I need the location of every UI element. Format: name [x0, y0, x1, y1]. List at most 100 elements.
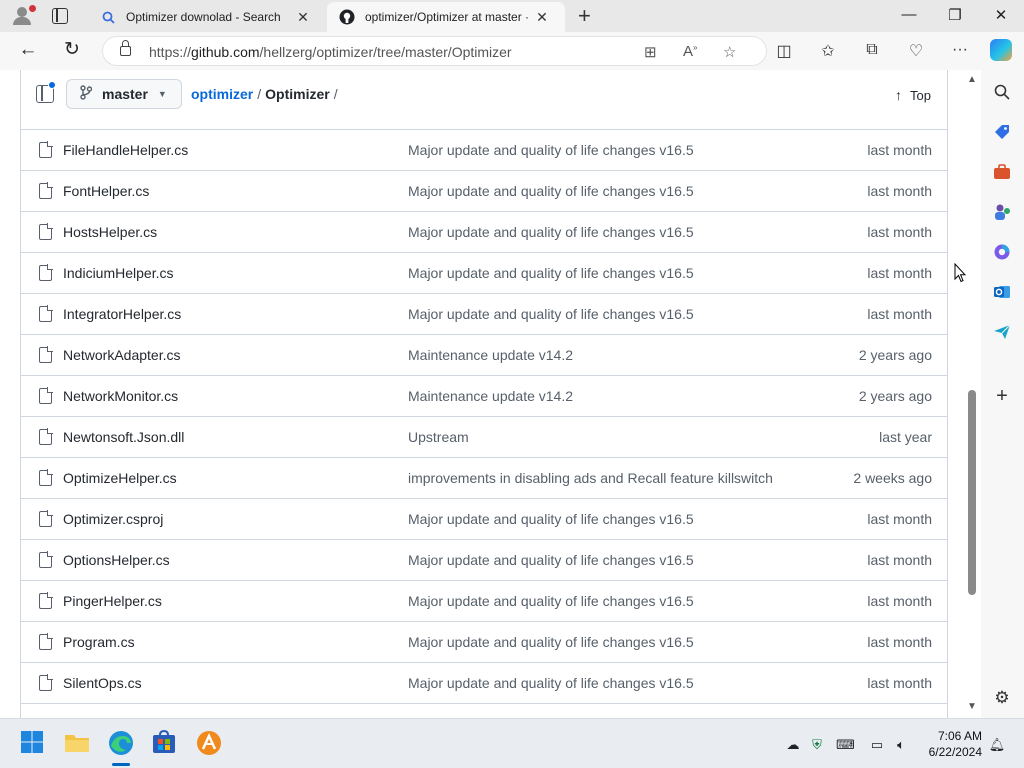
scrollbar-thumb[interactable]	[968, 390, 976, 595]
commit-message-link[interactable]: Major update and quality of life changes…	[408, 675, 694, 691]
table-row[interactable]: NetworkAdapter.cs Maintenance update v14.…	[21, 335, 947, 376]
file-name-link[interactable]: Optimizer.csproj	[63, 511, 163, 527]
file-name-link[interactable]: HostsHelper.cs	[63, 224, 157, 240]
commit-message-link[interactable]: Major update and quality of life changes…	[408, 224, 694, 240]
tab-actions-icon[interactable]	[52, 8, 68, 24]
file-name-link[interactable]: IntegratorHelper.cs	[63, 306, 181, 322]
file-icon	[39, 469, 53, 486]
file-name-link[interactable]: Newtonsoft.Json.dll	[63, 429, 184, 445]
collections-icon[interactable]: ⧉	[861, 41, 883, 59]
table-row[interactable]: HostsHelper.cs Major update and quality o…	[21, 212, 947, 253]
file-name-link[interactable]: Program.cs	[63, 634, 135, 650]
file-name-link[interactable]: FontHelper.cs	[63, 183, 149, 199]
git-branch-icon	[80, 85, 93, 103]
scroll-down-arrow-icon[interactable]: ▼	[967, 701, 977, 712]
lock-icon[interactable]	[120, 40, 131, 56]
file-explorer-icon[interactable]	[64, 730, 90, 756]
table-row[interactable]: IndiciumHelper.cs Major update and qualit…	[21, 253, 947, 294]
send-drop-icon[interactable]	[991, 321, 1013, 343]
minimize-icon[interactable]: —	[898, 6, 920, 23]
games-icon[interactable]	[991, 201, 1013, 223]
table-row[interactable]: OptimizeHelper.cs improvements in disabli…	[21, 458, 947, 499]
address-bar[interactable]: https://github.com/hellzerg/optimizer/tr…	[102, 36, 767, 66]
refresh-icon[interactable]: ↻	[61, 40, 83, 60]
favorites-icon[interactable]: ✩	[817, 41, 839, 61]
outlook-icon[interactable]	[991, 281, 1013, 303]
table-row[interactable]: FontHelper.cs Major update and quality of…	[21, 171, 947, 212]
read-aloud-icon[interactable]: A»	[683, 43, 697, 60]
top-button[interactable]: ↑ Top	[895, 87, 931, 103]
commit-message-link[interactable]: Major update and quality of life changes…	[408, 142, 694, 158]
tab-search[interactable]: Optimizer downolad - Search ✕	[88, 2, 326, 32]
commit-message-link[interactable]: Major update and quality of life changes…	[408, 511, 694, 527]
breadcrumb-repo-link[interactable]: optimizer	[191, 86, 253, 102]
table-row[interactable]: OptionsHelper.cs Major update and quality…	[21, 540, 947, 581]
table-row[interactable]: Program.cs Major update and quality of li…	[21, 622, 947, 663]
file-name-link[interactable]: NetworkAdapter.cs	[63, 347, 181, 363]
microsoft-365-icon[interactable]	[991, 241, 1013, 263]
copilot-icon[interactable]	[990, 39, 1012, 61]
file-name-link[interactable]: NetworkMonitor.cs	[63, 388, 178, 404]
tab-bar: Optimizer downolad - Search ✕ optimizer/…	[0, 0, 1024, 32]
restore-icon[interactable]: ❐	[944, 6, 966, 24]
add-sidebar-app-icon[interactable]: +	[991, 385, 1013, 407]
commit-message-link[interactable]: improvements in disabling ads and Recall…	[408, 470, 773, 486]
scroll-up-arrow-icon[interactable]: ▲	[967, 74, 977, 85]
browser-essentials-icon[interactable]: ♡	[905, 41, 927, 61]
tools-briefcase-icon[interactable]	[991, 161, 1013, 183]
favorite-star-icon[interactable]: ☆	[723, 43, 736, 61]
app-available-icon[interactable]: ⊞	[644, 43, 657, 61]
profile-icon[interactable]	[8, 4, 44, 28]
close-window-icon[interactable]: ✕	[990, 6, 1012, 24]
commit-message-link[interactable]: Upstream	[408, 429, 469, 445]
clock[interactable]: 7:06 AM 6/22/2024	[912, 728, 982, 760]
notification-icon[interactable]: 🔔︎	[988, 737, 1006, 753]
table-row[interactable]: Optimizer.csproj Major update and quality…	[21, 499, 947, 540]
shopping-tag-icon[interactable]	[991, 121, 1013, 143]
security-shield-icon[interactable]: ⛨	[808, 737, 826, 753]
volume-icon[interactable]: 🔈︎	[892, 737, 910, 753]
edge-icon[interactable]	[108, 730, 134, 756]
more-options-icon[interactable]: ···	[949, 41, 971, 59]
commit-date: last month	[867, 183, 932, 199]
table-row[interactable]: Newtonsoft.Json.dll Upstream last year	[21, 417, 947, 458]
table-row[interactable]: IntegratorHelper.cs Major update and qual…	[21, 294, 947, 335]
tab-github[interactable]: optimizer/Optimizer at master · hellzerg…	[327, 2, 565, 32]
table-row[interactable]: SilentOps.cs Major update and quality of …	[21, 663, 947, 704]
side-panel-icon[interactable]	[36, 81, 56, 103]
app-icon[interactable]	[196, 730, 222, 756]
vertical-scrollbar[interactable]: ▲ ▼	[964, 70, 981, 718]
commit-message-link[interactable]: Major update and quality of life changes…	[408, 183, 694, 199]
commit-message-link[interactable]: Maintenance update v14.2	[408, 388, 573, 404]
keyboard-icon[interactable]: ⌨	[836, 737, 855, 753]
commit-message-link[interactable]: Major update and quality of life changes…	[408, 265, 694, 281]
split-screen-icon[interactable]: ◫	[773, 41, 795, 61]
commit-message-link[interactable]: Major update and quality of life changes…	[408, 593, 694, 609]
file-name-link[interactable]: FileHandleHelper.cs	[63, 142, 188, 158]
file-name-link[interactable]: PingerHelper.cs	[63, 593, 162, 609]
display-icon[interactable]: ▭	[868, 737, 886, 753]
file-icon	[39, 674, 53, 691]
new-tab-button[interactable]: +	[578, 5, 591, 27]
commit-message-link[interactable]: Maintenance update v14.2	[408, 347, 573, 363]
commit-message-link[interactable]: Major update and quality of life changes…	[408, 552, 694, 568]
close-tab-icon[interactable]: ✕	[533, 9, 551, 26]
branch-selector[interactable]: master ▼	[66, 79, 182, 109]
onedrive-icon[interactable]: ☁	[784, 737, 802, 753]
close-tab-icon[interactable]: ✕	[294, 9, 312, 26]
table-row[interactable]: NetworkMonitor.cs Maintenance update v14.…	[21, 376, 947, 417]
file-name-link[interactable]: OptionsHelper.cs	[63, 552, 170, 568]
commit-message-link[interactable]: Major update and quality of life changes…	[408, 634, 694, 650]
search-icon[interactable]	[991, 81, 1013, 103]
file-name-link[interactable]: SilentOps.cs	[63, 675, 142, 691]
settings-gear-icon[interactable]: ⚙	[991, 687, 1013, 709]
table-row[interactable]: PingerHelper.cs Major update and quality …	[21, 581, 947, 622]
url-text[interactable]: https://github.com/hellzerg/optimizer/tr…	[149, 44, 512, 60]
back-icon[interactable]: ←	[17, 40, 39, 60]
commit-message-link[interactable]: Major update and quality of life changes…	[408, 306, 694, 322]
store-icon[interactable]	[152, 729, 178, 756]
file-name-link[interactable]: IndiciumHelper.cs	[63, 265, 174, 281]
file-name-link[interactable]: OptimizeHelper.cs	[63, 470, 177, 486]
table-row[interactable]: FileHandleHelper.cs Major update and qual…	[21, 130, 947, 171]
start-icon[interactable]	[20, 730, 46, 756]
